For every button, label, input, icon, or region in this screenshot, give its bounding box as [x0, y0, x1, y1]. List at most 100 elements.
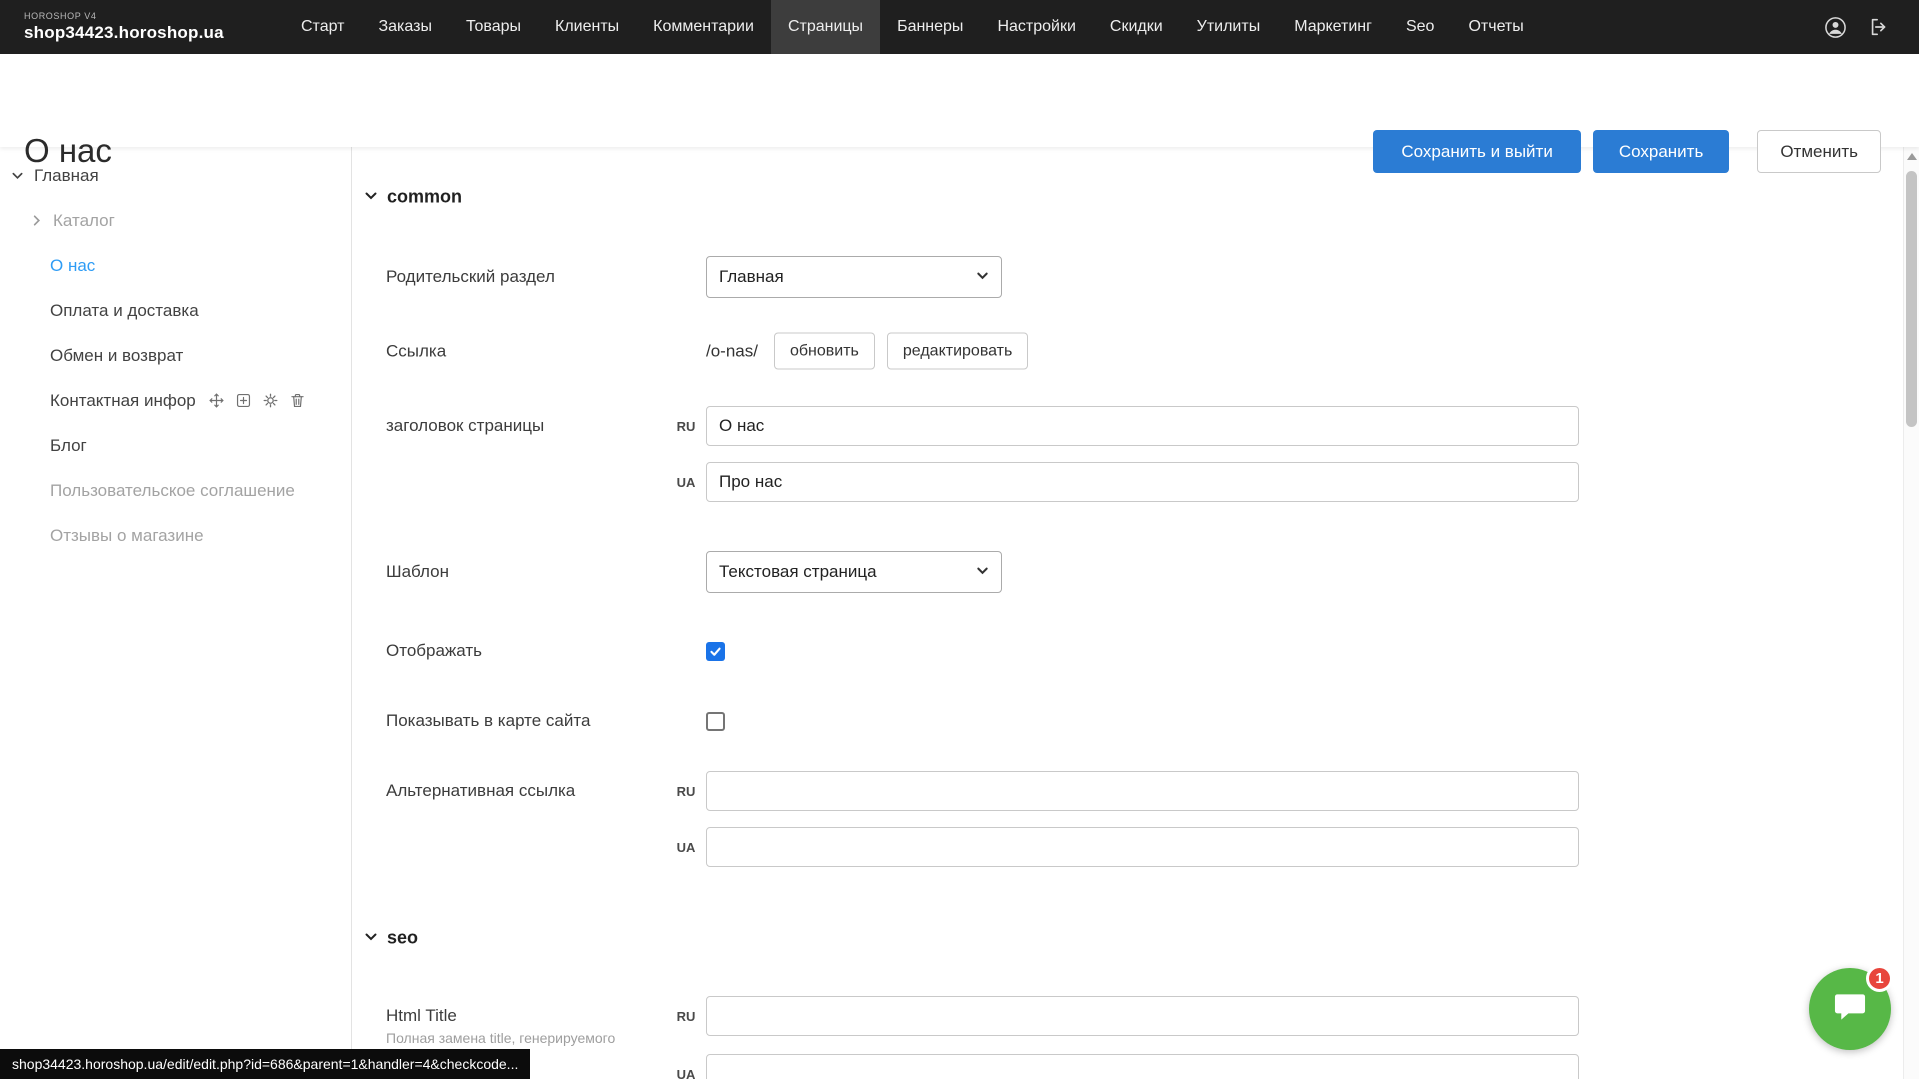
- html-title-label-block: Html Title Полная замена title, генериру…: [386, 1006, 666, 1026]
- menu-seo[interactable]: Seo: [1389, 0, 1451, 54]
- link-label: Ссылка: [386, 341, 666, 361]
- form-row-html-title-ua: UA: [386, 1054, 1579, 1079]
- tree-item-otzyvy[interactable]: Отзывы о магазине: [0, 513, 351, 558]
- form-row-page-title-ru: заголовок страницы RU: [386, 406, 1579, 446]
- scrollbar-thumb[interactable]: [1906, 171, 1917, 427]
- form-row-alt-link-ru: Альтернативная ссылка RU: [386, 771, 1579, 811]
- move-icon[interactable]: [208, 392, 226, 410]
- chevron-down-icon: [976, 562, 989, 582]
- menu-reports[interactable]: Отчеты: [1451, 0, 1540, 54]
- tree-item-label: Оплата и доставка: [50, 301, 199, 321]
- lang-badge-ua: UA: [666, 840, 706, 855]
- template-label: Шаблон: [386, 562, 666, 582]
- display-checkbox-checked[interactable]: [706, 642, 725, 661]
- form-row-display: Отображать: [386, 641, 725, 661]
- chat-widget-button[interactable]: 1: [1809, 968, 1891, 1050]
- html-title-help-text: Полная замена title, генерируемого: [386, 1030, 615, 1046]
- section-seo[interactable]: seo: [364, 928, 418, 949]
- save-and-exit-button[interactable]: Сохранить и выйти: [1373, 130, 1580, 173]
- gear-icon[interactable]: [262, 392, 280, 410]
- main-menu: Старт Заказы Товары Клиенты Комментарии …: [284, 0, 1541, 54]
- menu-banners[interactable]: Баннеры: [880, 0, 980, 54]
- menu-products[interactable]: Товары: [449, 0, 538, 54]
- form-row-page-title-ua: UA: [386, 462, 1579, 502]
- header-buttons: Сохранить и выйти Сохранить Отменить: [1373, 130, 1881, 173]
- page-header: О нас Сохранить и выйти Сохранить Отмени…: [0, 54, 1919, 147]
- html-title-ua-input[interactable]: [706, 1054, 1579, 1079]
- menu-marketing[interactable]: Маркетинг: [1277, 0, 1389, 54]
- tree-item-o-nas[interactable]: О нас: [0, 243, 351, 288]
- chevron-down-icon: [364, 928, 378, 949]
- parent-section-label: Родительский раздел: [386, 267, 666, 287]
- menu-start[interactable]: Старт: [284, 0, 361, 54]
- form-row-html-title-ru: Html Title Полная замена title, генериру…: [386, 996, 1579, 1036]
- chat-bubble-icon: [1831, 988, 1869, 1031]
- chevron-right-icon[interactable]: [29, 213, 44, 228]
- tree-item-label: Пользовательское соглашение: [50, 481, 295, 501]
- page-title-ru-input[interactable]: [706, 406, 1579, 446]
- page-title-ua-input[interactable]: [706, 462, 1579, 502]
- html-title-label: Html Title: [386, 1006, 457, 1025]
- menu-settings[interactable]: Настройки: [980, 0, 1092, 54]
- page-title-label: заголовок страницы: [386, 416, 666, 436]
- menu-clients[interactable]: Клиенты: [538, 0, 636, 54]
- form-row-template: Шаблон Текстовая страница: [386, 551, 1002, 593]
- page-edit-form: common Родительский раздел Главная Ссылк…: [352, 147, 1903, 1079]
- tree-item-oplata[interactable]: Оплата и доставка: [0, 288, 351, 333]
- tree-item-blog[interactable]: Блог: [0, 423, 351, 468]
- status-url-tooltip: shop34423.horoshop.ua/edit/edit.php?id=6…: [0, 1049, 530, 1079]
- section-title: seo: [387, 928, 418, 949]
- form-row-sitemap: Показывать в карте сайта: [386, 711, 725, 731]
- tree-item-label: Контактная инфор: [50, 391, 196, 411]
- tree-item-label: Блог: [50, 436, 87, 456]
- tree-item-katalog[interactable]: Каталог: [0, 198, 351, 243]
- alt-link-ru-input[interactable]: [706, 771, 1579, 811]
- brand[interactable]: HOROSHOP V4 shop34423.horoshop.ua: [0, 11, 236, 43]
- chevron-down-icon: [364, 187, 378, 208]
- brand-version-label: HOROSHOP V4: [24, 11, 236, 21]
- tree-item-polzovatelskoe[interactable]: Пользовательское соглашение: [0, 468, 351, 513]
- refresh-link-button[interactable]: обновить: [774, 333, 875, 370]
- lang-badge-ru: RU: [666, 1009, 706, 1024]
- topbar: HOROSHOP V4 shop34423.horoshop.ua Старт …: [0, 0, 1919, 54]
- menu-comments[interactable]: Комментарии: [636, 0, 771, 54]
- template-value: Текстовая страница: [719, 562, 877, 582]
- section-common[interactable]: common: [364, 187, 462, 208]
- tree-item-actions: [208, 392, 307, 410]
- chat-unread-badge: 1: [1866, 965, 1893, 992]
- lang-badge-ru: RU: [666, 419, 706, 434]
- page-title: О нас: [24, 132, 112, 170]
- add-icon[interactable]: [235, 392, 253, 410]
- logout-icon[interactable]: [1867, 15, 1891, 39]
- display-label: Отображать: [386, 641, 666, 661]
- template-select[interactable]: Текстовая страница: [706, 551, 1002, 593]
- scroll-up-arrow[interactable]: [1907, 153, 1917, 160]
- sitemap-label: Показывать в карте сайта: [386, 711, 666, 731]
- edit-link-button[interactable]: редактировать: [887, 333, 1028, 370]
- brand-domain: shop34423.horoshop.ua: [24, 23, 236, 43]
- sitemap-checkbox-unchecked[interactable]: [706, 712, 725, 731]
- account-icon[interactable]: [1823, 15, 1847, 39]
- alt-link-label: Альтернативная ссылка: [386, 781, 666, 801]
- tree-item-obmen[interactable]: Обмен и возврат: [0, 333, 351, 378]
- link-value: /o-nas/: [706, 341, 758, 361]
- tree-item-label: Обмен и возврат: [50, 346, 183, 366]
- alt-link-ua-input[interactable]: [706, 827, 1579, 867]
- vertical-scrollbar[interactable]: [1903, 147, 1919, 1079]
- tree-item-kontaktnaya[interactable]: Контактная инфор: [0, 378, 351, 423]
- menu-orders[interactable]: Заказы: [361, 0, 448, 54]
- cancel-button[interactable]: Отменить: [1757, 130, 1881, 173]
- form-row-alt-link-ua: UA: [386, 827, 1579, 867]
- html-title-ru-input[interactable]: [706, 996, 1579, 1036]
- section-title: common: [387, 187, 462, 208]
- trash-icon[interactable]: [289, 392, 307, 410]
- menu-discounts[interactable]: Скидки: [1093, 0, 1180, 54]
- menu-utilities[interactable]: Утилиты: [1180, 0, 1278, 54]
- save-button[interactable]: Сохранить: [1593, 130, 1729, 173]
- lang-badge-ua: UA: [666, 1067, 706, 1079]
- chevron-down-icon: [976, 267, 989, 287]
- menu-pages[interactable]: Страницы: [771, 0, 880, 54]
- chevron-down-icon[interactable]: [10, 168, 25, 183]
- parent-section-select[interactable]: Главная: [706, 256, 1002, 298]
- lang-badge-ru: RU: [666, 784, 706, 799]
